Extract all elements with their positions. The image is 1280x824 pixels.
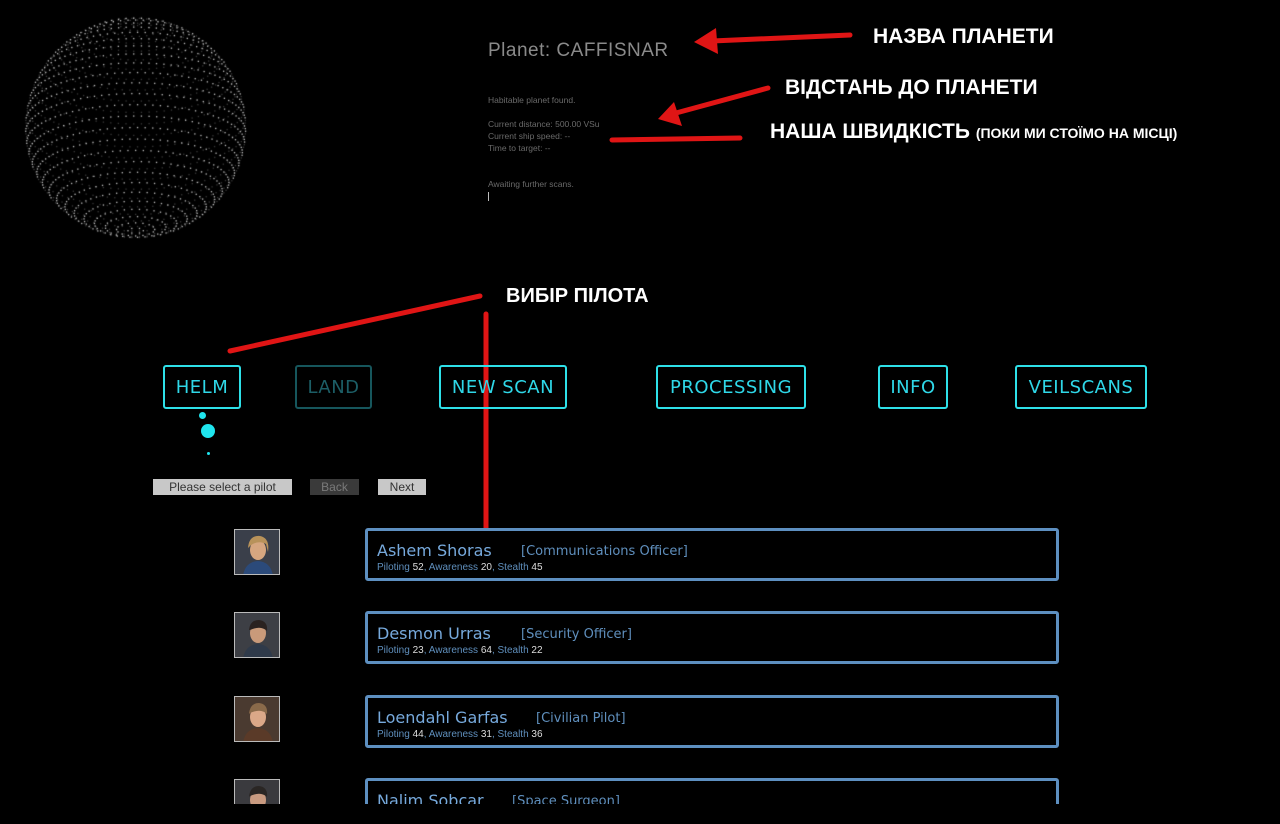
annotation-pilot-select: ВИБІР ПІЛОТА xyxy=(506,285,649,307)
stat-label-awareness: Awareness xyxy=(428,562,479,573)
pilot-portrait xyxy=(234,696,280,742)
selection-dot-large xyxy=(201,424,215,438)
pilot-portrait xyxy=(234,779,280,804)
planet-distance: Current distance: 500.00 VSu xyxy=(488,119,600,129)
pilot-portrait xyxy=(234,612,280,658)
pilot-role: [Civilian Pilot] xyxy=(536,711,626,726)
info-button[interactable]: INFO xyxy=(878,365,948,409)
stat-label-piloting: Piloting xyxy=(377,729,410,740)
stat-awareness: 20 xyxy=(480,562,492,573)
helm-button[interactable]: HELM xyxy=(163,365,241,409)
stat-label-stealth: Stealth xyxy=(497,645,529,656)
annotation-speed: НАША ШВИДКІСТЬ (ПОКИ МИ СТОЇМО НА МІСЦІ) xyxy=(770,120,1177,144)
portrait-icon xyxy=(235,613,279,657)
pilot-role: [Space Surgeon] xyxy=(512,794,620,804)
pilot-name: Loendahl Garfas xyxy=(377,708,508,727)
stat-label-awareness: Awareness xyxy=(428,729,479,740)
pilot-role: [Communications Officer] xyxy=(521,544,688,559)
new-scan-button[interactable]: NEW SCAN xyxy=(439,365,567,409)
stat-stealth: 36 xyxy=(531,729,543,740)
stat-awareness: 64 xyxy=(480,645,492,656)
stat-label-awareness: Awareness xyxy=(428,645,479,656)
pilot-card[interactable]: Ashem Shoras [Communications Officer] Pi… xyxy=(365,528,1059,581)
selection-dot-small xyxy=(199,412,206,419)
annotation-planet-distance: ВІДСТАНЬ ДО ПЛАНЕТИ xyxy=(785,76,1038,99)
arrow-speed xyxy=(609,135,743,143)
pilot-stats: Piloting 52, Awareness 20, Stealth 45 xyxy=(377,562,543,573)
arrow-head-planet-name xyxy=(694,28,718,54)
line-pilot-helm xyxy=(227,293,483,354)
stat-stealth: 45 xyxy=(531,562,543,573)
stat-piloting: 23 xyxy=(412,645,424,656)
ship-speed: Current ship speed: -- xyxy=(488,131,571,141)
awaiting-scans: Awaiting further scans. xyxy=(488,179,574,189)
stat-label-piloting: Piloting xyxy=(377,645,410,656)
arrow-head-distance xyxy=(658,102,682,126)
planet-status: Habitable planet found. xyxy=(488,95,576,105)
stat-awareness: 31 xyxy=(480,729,492,740)
stat-piloting: 44 xyxy=(412,729,424,740)
pilot-name: Desmon Urras xyxy=(377,624,491,643)
planet-title: Planet: CAFFISNAR xyxy=(488,40,669,61)
stat-label-stealth: Stealth xyxy=(497,562,529,573)
annotation-speed-note: (ПОКИ МИ СТОЇМО НА МІСЦІ) xyxy=(975,125,1178,141)
text-cursor xyxy=(488,192,489,201)
pilot-name: Nalim Sobcar xyxy=(377,791,484,804)
portrait-icon xyxy=(235,697,279,741)
pilot-status-label: Please select a pilot xyxy=(153,479,292,495)
pilot-card[interactable]: Desmon Urras [Security Officer] Piloting… xyxy=(365,611,1059,664)
pilot-row[interactable]: Nalim Sobcar [Space Surgeon] xyxy=(0,770,1280,804)
stat-label-piloting: Piloting xyxy=(377,562,410,573)
stat-piloting: 52 xyxy=(412,562,424,573)
back-button[interactable]: Back xyxy=(310,479,359,495)
pilot-stats: Piloting 44, Awareness 31, Stealth 36 xyxy=(377,729,543,740)
planet-globe xyxy=(22,14,248,240)
portrait-icon xyxy=(235,780,279,804)
pilot-card[interactable]: Nalim Sobcar [Space Surgeon] xyxy=(365,778,1059,804)
stat-label-stealth: Stealth xyxy=(497,729,529,740)
selection-dot-tiny xyxy=(207,452,210,455)
pilot-row[interactable]: Loendahl Garfas [Civilian Pilot] Pilotin… xyxy=(0,687,1280,748)
processing-button[interactable]: PROCESSING xyxy=(656,365,806,409)
pilot-stats: Piloting 23, Awareness 64, Stealth 22 xyxy=(377,645,543,656)
time-to-target: Time to target: -- xyxy=(488,143,551,153)
next-button[interactable]: Next xyxy=(378,479,426,495)
annotation-planet-name: НАЗВА ПЛАНЕТИ xyxy=(873,25,1054,48)
land-button[interactable]: LAND xyxy=(295,365,372,409)
arrow-distance xyxy=(673,85,771,116)
portrait-icon xyxy=(235,530,279,574)
planet-info: Habitable planet found. Current distance… xyxy=(488,94,600,190)
pilot-name: Ashem Shoras xyxy=(377,541,492,560)
pilot-card[interactable]: Loendahl Garfas [Civilian Pilot] Pilotin… xyxy=(365,695,1059,748)
arrow-planet-name xyxy=(709,32,853,44)
veilscans-button[interactable]: VEILSCANS xyxy=(1015,365,1147,409)
pilot-role: [Security Officer] xyxy=(521,627,632,642)
pilot-row[interactable]: Desmon Urras [Security Officer] Piloting… xyxy=(0,603,1280,664)
pilot-portrait xyxy=(234,529,280,575)
pilot-row[interactable]: Ashem Shoras [Communications Officer] Pi… xyxy=(0,520,1280,581)
pilot-list: Ashem Shoras [Communications Officer] Pi… xyxy=(0,520,1280,804)
annotation-speed-label: НАША ШВИДКІСТЬ xyxy=(770,120,970,143)
stat-stealth: 22 xyxy=(531,645,543,656)
